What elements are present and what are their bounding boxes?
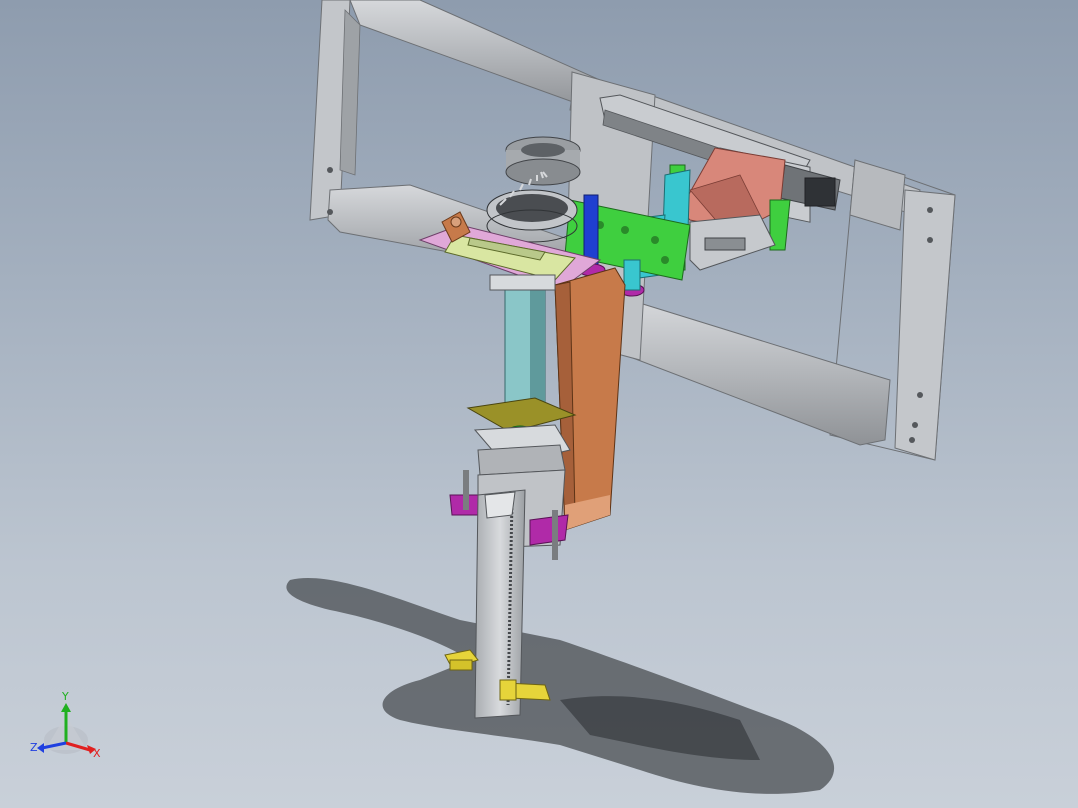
slider-block[interactable] xyxy=(689,214,776,271)
cad-scene[interactable]: Y X Z xyxy=(0,0,1078,808)
y-axis-arrow xyxy=(61,703,71,712)
copper-channel[interactable] xyxy=(554,267,626,532)
z-axis-label: Z xyxy=(30,741,38,754)
axis-triad[interactable]: Y X Z xyxy=(30,690,101,760)
x-axis-label: X xyxy=(93,747,101,760)
vertical-column[interactable] xyxy=(489,274,556,411)
y-axis-label: Y xyxy=(61,690,69,703)
floor-shadow xyxy=(286,578,835,794)
cad-viewport[interactable]: Y X Z xyxy=(0,0,1078,808)
z-axis-arrow xyxy=(37,743,44,753)
